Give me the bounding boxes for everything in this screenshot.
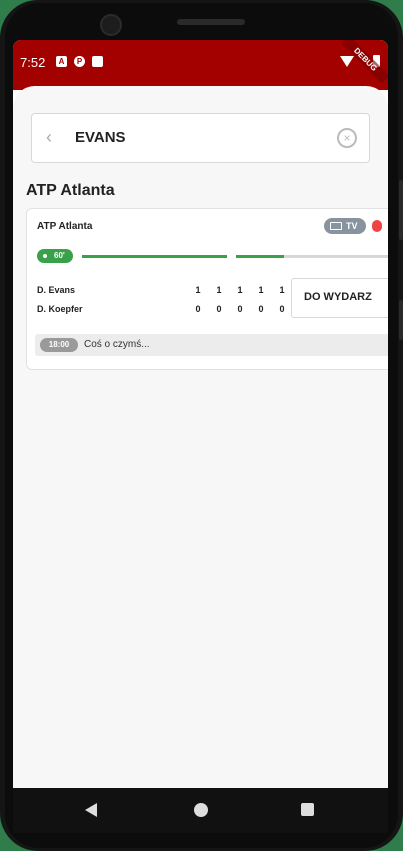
live-dot-icon	[43, 254, 47, 258]
p-icon: P	[74, 56, 85, 67]
go-to-event-button[interactable]: DO WYDARZ	[291, 278, 388, 318]
note-time-badge: 18:00	[40, 338, 78, 352]
progress-bar-1	[82, 255, 227, 258]
tv-badge: TV	[324, 218, 366, 234]
set-score: 1	[216, 285, 222, 295]
set-score: 1	[279, 285, 285, 295]
nav-back-icon[interactable]	[85, 803, 97, 817]
player-name: D. Koepfer	[37, 304, 83, 314]
favorite-icon[interactable]	[372, 220, 382, 232]
clear-icon[interactable]: ×	[337, 128, 357, 148]
earpiece-speaker	[177, 19, 245, 25]
tv-label: TV	[346, 221, 358, 231]
front-camera	[100, 14, 122, 36]
set-score: 0	[258, 304, 264, 314]
sd-card-icon	[92, 56, 103, 67]
back-chevron-icon[interactable]: ‹	[46, 127, 66, 147]
set-score: 1	[237, 285, 243, 295]
set-score: 0	[195, 304, 201, 314]
wifi-icon	[340, 56, 354, 67]
note-text: Coś o czymś...	[84, 339, 150, 350]
section-title: ATP Atlanta	[26, 182, 115, 199]
progress-bar-2	[236, 255, 284, 258]
nav-recents-icon[interactable]	[301, 803, 314, 816]
tv-icon	[330, 222, 342, 230]
set-score: 1	[258, 285, 264, 295]
live-minute: 60'	[54, 251, 65, 260]
go-to-event-label: DO WYDARZ	[304, 291, 372, 303]
tournament-name: ATP Atlanta	[37, 221, 93, 232]
phone-frame: 7:52 A P DEBUG ‹ EVANS × ATP Atlanta ATP…	[0, 0, 403, 851]
search-sheet: ‹ EVANS × ATP Atlanta ATP Atlanta TV 60'	[13, 86, 388, 788]
app-screen: 7:52 A P DEBUG ‹ EVANS × ATP Atlanta ATP…	[13, 40, 388, 788]
status-time: 7:52	[20, 55, 46, 70]
set-score: 0	[237, 304, 243, 314]
live-badge: 60'	[37, 249, 73, 263]
volume-button	[399, 180, 403, 240]
player-name: D. Evans	[37, 285, 76, 295]
search-bar[interactable]: ‹ EVANS ×	[31, 113, 370, 163]
nav-home-icon[interactable]	[194, 803, 208, 817]
match-note: 18:00 Coś o czymś...	[35, 334, 388, 356]
set-score: 0	[279, 304, 285, 314]
a-icon: A	[56, 56, 67, 67]
set-score: 0	[216, 304, 222, 314]
status-bar: 7:52 A P DEBUG	[13, 40, 388, 90]
set-score: 1	[195, 285, 201, 295]
match-card[interactable]: ATP Atlanta TV 60' D. Evans D. Koepfer 1…	[26, 208, 388, 370]
search-input[interactable]: EVANS	[75, 129, 126, 146]
power-button	[399, 300, 403, 340]
system-nav-bar	[13, 788, 388, 833]
